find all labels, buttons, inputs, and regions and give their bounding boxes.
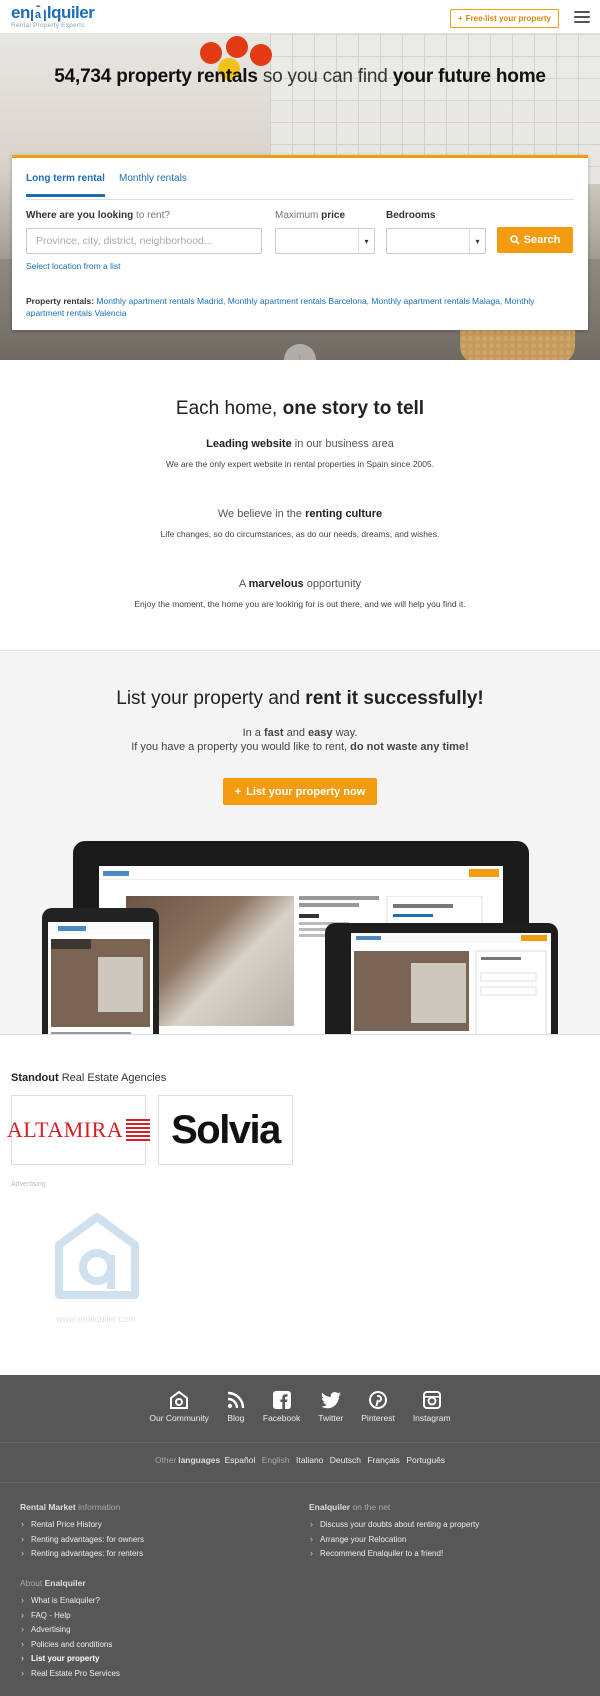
price-label: Maximum price [275, 210, 346, 221]
search-icon [509, 235, 520, 245]
pinterest-icon [369, 1391, 388, 1409]
social-pinterest[interactable]: Pinterest [359, 1390, 397, 1434]
phone-mockup [42, 908, 159, 1034]
advertising-label: Advertising [11, 1181, 46, 1188]
tablet-content-mock [351, 933, 551, 1034]
agencies-section: Standout Real Estate Agencies ALTAMIRA S… [0, 1035, 600, 1375]
footer-link[interactable]: Rental Price History [20, 1519, 144, 1529]
list-property-line-1: In a fast and easy way. [242, 727, 358, 739]
rental-link-malaga[interactable]: Monthly apartment rentals Malaga, [371, 296, 502, 306]
plus-icon: + [234, 785, 242, 798]
lang-pt[interactable]: Português [406, 1455, 445, 1465]
chevron-down-icon: ▾ [469, 229, 485, 253]
facebook-icon [272, 1391, 291, 1409]
rss-icon [227, 1391, 245, 1409]
free-list-button[interactable]: + Free-list your property [449, 9, 559, 28]
footer-link[interactable]: What is Enalquiler? [20, 1595, 120, 1605]
about-column: About Enalquiler What is Enalquiler? FAQ… [20, 1578, 120, 1683]
story-text-2: Life changes, so do circumstances, as do… [160, 529, 440, 539]
story-title: Each home, one story to tell [175, 398, 425, 419]
list-property-line-2: If you have a property you would like to… [131, 741, 469, 753]
phone-content-mock [48, 922, 153, 1034]
footer-link[interactable]: Arrange your Relocation [309, 1534, 479, 1544]
property-rentals-links: Property rentals: Monthly apartment rent… [26, 296, 535, 318]
lang-en[interactable]: English [262, 1455, 290, 1465]
lang-fr[interactable]: Français [367, 1455, 400, 1465]
rental-link-madrid[interactable]: Monthly apartment rentals Madrid, [96, 296, 225, 306]
rental-market-column: Rental Market information Rental Price H… [20, 1502, 144, 1564]
mini-button-icon [469, 869, 499, 877]
story-heading-1: Leading website in our business area [206, 438, 394, 450]
bedrooms-select[interactable]: ▾ [386, 228, 486, 254]
top-header: en a lquiler Rental Property Experts + Fre… [0, 0, 600, 34]
story-heading-3: A marvelous opportunity [238, 578, 362, 590]
social-facebook[interactable]: Facebook [261, 1390, 302, 1434]
social-blog[interactable]: Blog [225, 1390, 247, 1434]
search-tabs: Long term rental Monthly rentals [26, 158, 574, 200]
hero-title: 54,734 property rentals so you can find … [54, 66, 546, 87]
footer-link[interactable]: Real Estate Pro Services [20, 1668, 120, 1678]
search-button[interactable]: Search [497, 227, 573, 253]
footer-link[interactable]: Discuss your doubts about renting a prop… [309, 1519, 479, 1529]
social-twitter[interactable]: Twitter [316, 1390, 345, 1434]
footer-link[interactable]: Recommend Enalquiler to a friend! [309, 1548, 479, 1558]
story-text-1: We are the only expert website in rental… [165, 459, 435, 469]
rental-link-barcelona[interactable]: Monthly apartment rentals Barcelona, [228, 296, 369, 306]
story-section: Each home, one story to tell Leading web… [0, 360, 600, 650]
social-links: Our Community Blog Facebook Twitter Pint… [0, 1390, 600, 1434]
on-the-net-column: Enalquiler on the net Discuss your doubt… [309, 1502, 479, 1564]
location-input[interactable]: Province, city, district, neighborhood..… [26, 228, 262, 254]
altamira-stripes-icon [126, 1119, 151, 1141]
hamburger-icon[interactable] [574, 11, 590, 23]
footer-link-list-property[interactable]: List your property [20, 1653, 120, 1663]
tablet-mockup [325, 923, 558, 1034]
enalquiler-house-icon[interactable] [55, 1213, 139, 1299]
footer-divider [0, 1482, 600, 1483]
tab-long-term[interactable]: Long term rental [26, 173, 105, 197]
chevron-down-icon: ▾ [358, 229, 374, 253]
select-location-link[interactable]: Select location from a list [26, 261, 120, 271]
plus-icon: + [457, 14, 463, 23]
footer-link[interactable]: Advertising [20, 1624, 120, 1634]
list-property-title: List your property and rent it successfu… [116, 688, 484, 709]
search-box: Long term rental Monthly rentals Where a… [12, 155, 588, 330]
bedrooms-label: Bedrooms [386, 210, 436, 221]
footer: Our Community Blog Facebook Twitter Pint… [0, 1375, 600, 1696]
agency-logo-altamira[interactable]: ALTAMIRA [7, 1095, 151, 1165]
site-logo[interactable]: en a lquiler Rental Property Experts [11, 4, 95, 29]
list-property-button[interactable]: + List your property now [223, 778, 377, 805]
twitter-icon [320, 1391, 341, 1408]
agencies-title: Standout Real Estate Agencies [11, 1072, 167, 1084]
story-heading-2: We believe in the renting culture [217, 508, 383, 520]
footer-link[interactable]: Renting advantages: for renters [20, 1548, 144, 1558]
story-text-3: Enjoy the moment, the home you are looki… [134, 599, 466, 609]
logo-tagline: Rental Property Experts [11, 22, 85, 29]
instagram-icon [422, 1391, 441, 1409]
where-label: Where are you looking to rent? [26, 210, 170, 221]
social-instagram[interactable]: Instagram [411, 1390, 453, 1434]
hero-section: 54,734 property rentals so you can find … [0, 34, 600, 360]
footer-link[interactable]: Renting advantages: for owners [20, 1534, 144, 1544]
lang-de[interactable]: Deutsch [330, 1455, 361, 1465]
free-list-label: Free-list your property [465, 14, 551, 23]
price-select[interactable]: ▾ [275, 228, 375, 254]
list-property-section: List your property and rent it successfu… [0, 650, 600, 1035]
footer-divider [0, 1442, 600, 1443]
ad-url[interactable]: www.enalquiler.com [56, 1314, 136, 1324]
social-community[interactable]: Our Community [147, 1390, 211, 1434]
language-links: Other languages Español English Italiano … [154, 1455, 446, 1465]
community-icon [170, 1390, 189, 1409]
mini-logo-icon [103, 871, 129, 876]
tab-monthly[interactable]: Monthly rentals [119, 173, 187, 194]
footer-link[interactable]: FAQ - Help [20, 1610, 120, 1620]
phone-screen [48, 922, 153, 1034]
footer-link[interactable]: Policies and conditions [20, 1639, 120, 1649]
tablet-screen [351, 933, 551, 1034]
agency-logo-solvia[interactable]: Solvia [158, 1095, 293, 1165]
lang-it[interactable]: Italiano [296, 1455, 323, 1465]
lang-es[interactable]: Español [225, 1455, 256, 1465]
